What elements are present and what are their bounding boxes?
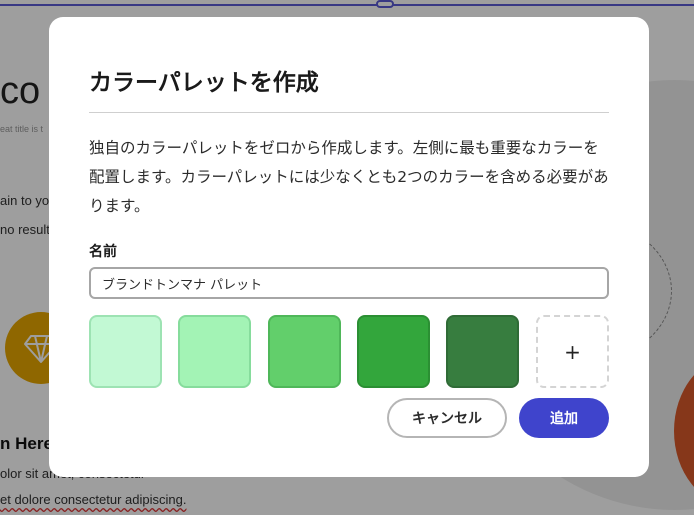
add-color-button[interactable]: +: [536, 315, 609, 388]
palette-name-input[interactable]: [89, 267, 609, 299]
dialog-title: カラーパレットを作成: [89, 70, 319, 96]
cancel-button[interactable]: キャンセル: [387, 398, 507, 438]
divider: [89, 112, 609, 113]
color-swatches: +: [89, 315, 609, 388]
create-palette-dialog: カラーパレットを作成 独自のカラーパレットをゼロから作成します。左側に最も重要な…: [49, 17, 649, 477]
name-label: 名前: [89, 244, 117, 260]
dialog-description: 独自のカラーパレットをゼロから作成します。左側に最も重要なカラーを配置します。カ…: [89, 139, 609, 215]
add-button[interactable]: 追加: [519, 398, 609, 438]
color-swatch-4[interactable]: [357, 315, 430, 388]
plus-icon: +: [564, 339, 581, 364]
color-swatch-1[interactable]: [89, 315, 162, 388]
color-swatch-2[interactable]: [178, 315, 251, 388]
color-swatch-3[interactable]: [268, 315, 341, 388]
color-swatch-5[interactable]: [446, 315, 519, 388]
